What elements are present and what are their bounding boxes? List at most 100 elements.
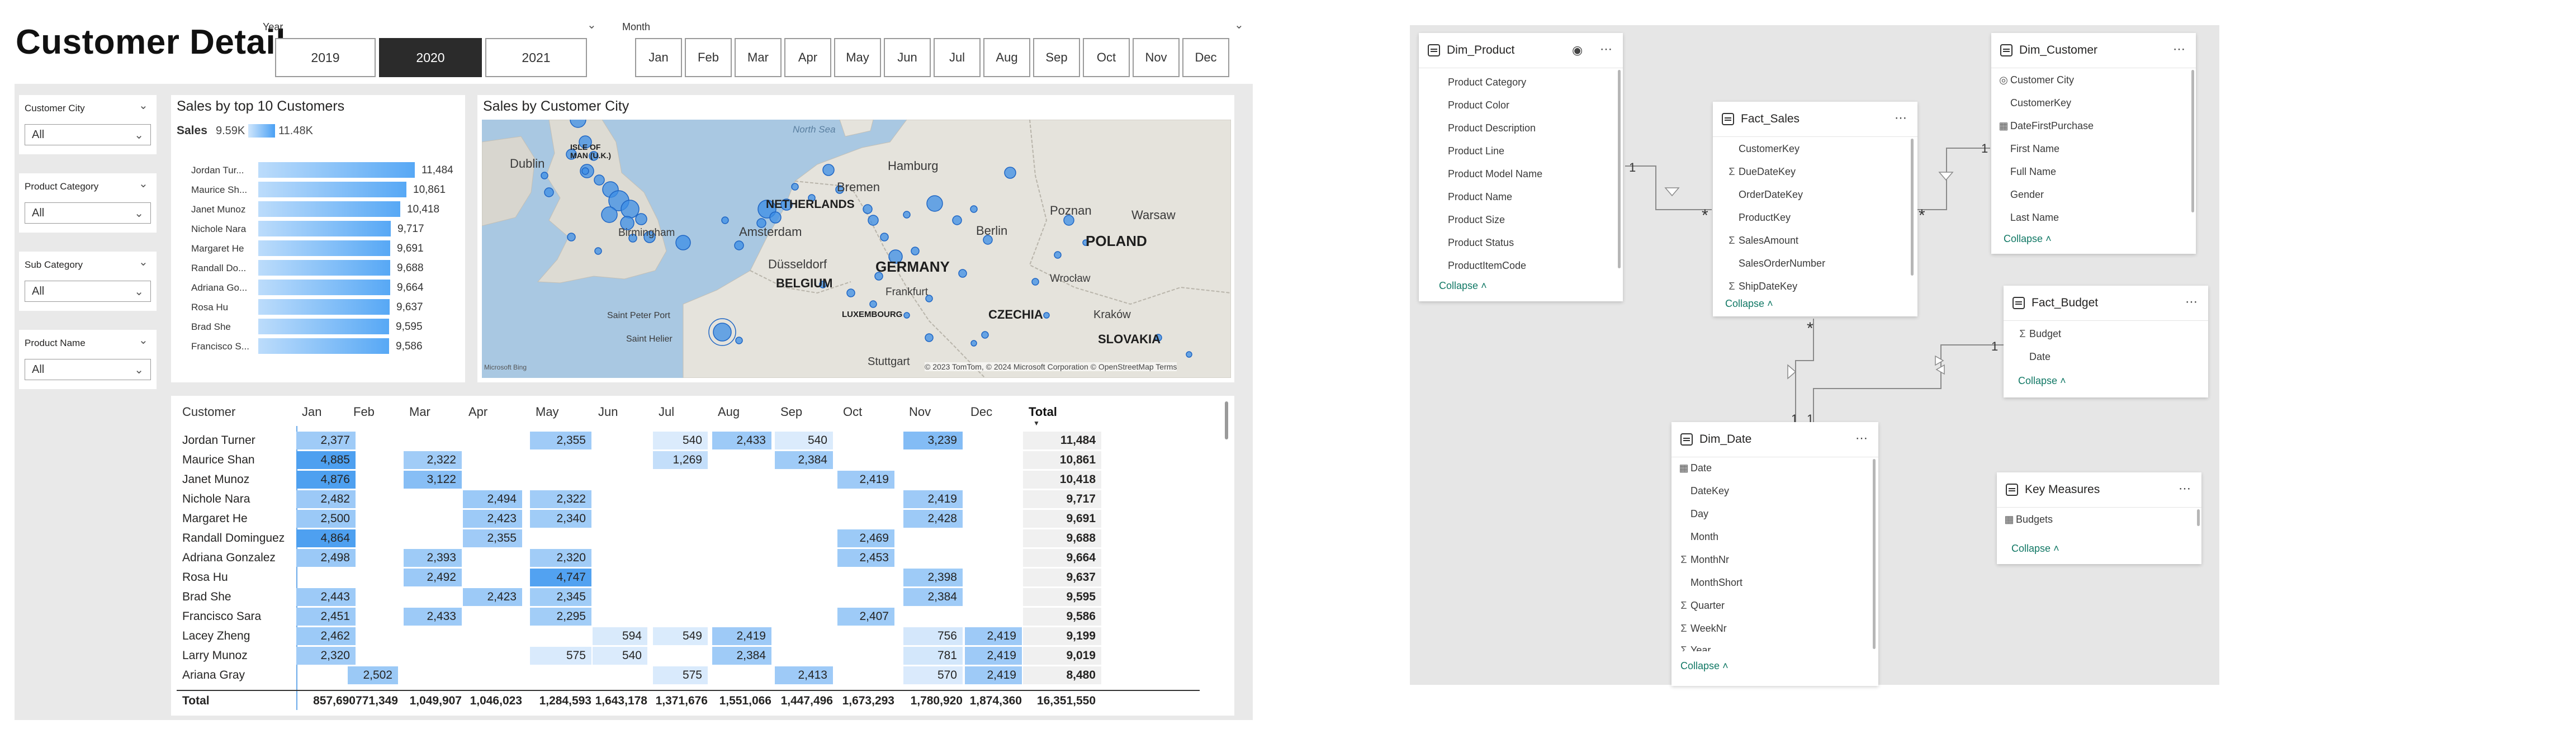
matrix-row-header[interactable]: Margaret He (182, 510, 248, 528)
column-header[interactable]: Sep (780, 405, 802, 419)
field-item[interactable]: Product Description (1448, 122, 1536, 134)
matrix-cell[interactable]: 2,384 (775, 451, 833, 469)
matrix-cell[interactable]: 2,355 (530, 432, 591, 449)
matrix-cell[interactable]: 2,443 (296, 588, 356, 606)
matrix-cell[interactable]: 2,340 (530, 510, 591, 528)
matrix-cell[interactable]: 2,451 (296, 608, 356, 626)
matrix-cell[interactable]: 2,320 (530, 549, 591, 567)
matrix-cell[interactable]: 2,295 (530, 608, 591, 626)
matrix-cell[interactable]: 2,419 (965, 647, 1022, 665)
column-header[interactable]: Jun (598, 405, 618, 419)
matrix-cell[interactable]: 575 (530, 647, 591, 665)
sort-desc-icon[interactable]: ▼ (1033, 419, 1040, 427)
matrix-cell[interactable]: 1,269 (653, 451, 708, 469)
field-item[interactable]: OrderDateKey (1725, 189, 1803, 201)
matrix-row-header[interactable]: Brad She (182, 588, 231, 606)
matrix-cell[interactable]: 540 (593, 647, 647, 665)
table-card-key-measures[interactable]: Key Measures ⋯ ▦ Budgets Collapse ˄ (1997, 472, 2201, 564)
field-item[interactable]: Date (2016, 351, 2051, 363)
matrix-cell[interactable]: 4,747 (530, 569, 591, 586)
field-item[interactable]: Product Category (1448, 77, 1526, 88)
matrix-row-total[interactable]: 8,480 (1023, 666, 1101, 684)
field-item[interactable]: Σ Quarter (1677, 600, 1725, 612)
field-item[interactable]: ▦ DateFirstPurchase (1997, 120, 2094, 132)
matrix-row-total[interactable]: 9,199 (1023, 627, 1101, 645)
more-options-icon[interactable]: ⋯ (1600, 42, 1613, 56)
field-item[interactable]: CustomerKey (1725, 143, 1800, 155)
collapse-button[interactable]: Collapse ˄ (1725, 298, 1773, 310)
matrix-cell[interactable]: 2,423 (463, 510, 522, 528)
field-item[interactable]: Σ Budget (2016, 328, 2061, 340)
table-header[interactable]: Fact_Sales ⋯ (1713, 102, 1917, 137)
matrix-cell[interactable]: 575 (653, 666, 708, 684)
field-item[interactable]: Product Status (1448, 237, 1514, 249)
table-card-fact-budget[interactable]: Fact_Budget ⋯ Σ Budget Date Collapse ˄ (2004, 286, 2208, 397)
matrix-cell[interactable]: 2,345 (530, 588, 591, 606)
table-header[interactable]: Fact_Budget ⋯ (2004, 286, 2208, 321)
matrix-cell[interactable]: 756 (903, 627, 963, 645)
field-list-scrollbar[interactable] (1618, 70, 1621, 268)
matrix-cell[interactable]: 2,502 (348, 666, 398, 684)
column-header[interactable]: Customer (182, 405, 235, 419)
field-item[interactable]: DateKey (1677, 485, 1729, 497)
field-item[interactable]: Σ DueDateKey (1725, 166, 1796, 178)
matrix-cell[interactable]: 2,322 (530, 490, 591, 508)
matrix-row-header[interactable]: Janet Munoz (182, 471, 249, 489)
model-view-canvas[interactable]: 1 * 1 * * 1 1 1 Dim_Product ◉ ⋯ Product … (1410, 25, 2219, 686)
matrix-cell[interactable]: 2,419 (903, 490, 963, 508)
matrix-row-header[interactable]: Nichole Nara (182, 490, 250, 508)
matrix-row-total[interactable]: 9,595 (1023, 588, 1101, 606)
matrix-cell[interactable]: 2,322 (404, 451, 462, 469)
matrix-cell[interactable]: 2,462 (296, 627, 356, 645)
matrix-row-header[interactable]: Adriana Gonzalez (182, 549, 276, 567)
matrix-cell[interactable]: 2,393 (404, 549, 462, 567)
table-card-dim-date[interactable]: Dim_Date ⋯ ▦ Date DateKey Day Month Σ Mont… (1671, 422, 1878, 686)
column-header[interactable]: Jul (659, 405, 674, 419)
field-item[interactable]: MonthShort (1677, 577, 1742, 589)
table-header[interactable]: Dim_Customer ⋯ (1991, 33, 2196, 68)
collapse-button[interactable]: Collapse ˄ (1680, 660, 1729, 672)
collapse-button[interactable]: Collapse ˄ (2011, 543, 2059, 555)
table-card-dim-product[interactable]: Dim_Product ◉ ⋯ Product Category Product… (1419, 33, 1623, 301)
field-item[interactable]: Product Name (1448, 191, 1512, 203)
matrix-cell[interactable]: 2,419 (837, 471, 894, 489)
matrix-row-header[interactable]: Jordan Turner (182, 432, 255, 449)
field-item[interactable]: Day (1677, 508, 1708, 520)
matrix-cell[interactable]: 2,398 (903, 569, 963, 586)
matrix-cell[interactable]: 2,433 (712, 432, 771, 449)
matrix-cell[interactable]: 2,419 (965, 627, 1022, 645)
matrix-row-header[interactable]: Francisco Sara (182, 608, 261, 626)
matrix-cell[interactable]: 4,864 (296, 529, 356, 547)
field-list-scrollbar[interactable] (1873, 459, 1876, 649)
matrix-cell[interactable]: 540 (775, 432, 833, 449)
matrix-cell[interactable]: 4,885 (296, 451, 356, 469)
column-header[interactable]: Apr (468, 405, 487, 419)
more-options-icon[interactable]: ⋯ (2185, 295, 2198, 309)
matrix-cell[interactable]: 594 (593, 627, 647, 645)
matrix-row-total[interactable]: 9,688 (1023, 529, 1101, 547)
field-item[interactable]: ProductItemCode (1448, 260, 1526, 272)
field-item[interactable]: ◎ Customer City (1997, 74, 2074, 86)
matrix-cell[interactable]: 2,433 (404, 608, 462, 626)
matrix-cell[interactable]: 3,239 (903, 432, 963, 449)
matrix-cell[interactable]: 2,407 (837, 608, 894, 626)
matrix-cell[interactable]: 2,494 (463, 490, 522, 508)
field-item[interactable]: First Name (1997, 143, 2059, 155)
matrix-row-total[interactable]: 9,664 (1023, 549, 1101, 567)
matrix-cell[interactable]: 4,876 (296, 471, 356, 489)
matrix-row-total[interactable]: 9,019 (1023, 647, 1101, 665)
matrix-cell[interactable]: 3,122 (404, 471, 462, 489)
field-item[interactable]: Σ WeekNr (1677, 623, 1726, 635)
field-item[interactable]: Gender (1997, 189, 2044, 201)
table-card-dim-customer[interactable]: Dim_Customer ⋯ ◎ Customer City CustomerKe… (1991, 33, 2196, 254)
matrix-row-total[interactable]: 10,418 (1023, 471, 1101, 489)
matrix-row-total[interactable]: 9,586 (1023, 608, 1101, 626)
field-item[interactable]: Full Name (1997, 166, 2056, 178)
field-item[interactable]: Σ MonthNr (1677, 554, 1729, 566)
column-header[interactable]: Mar (409, 405, 430, 419)
matrix-row-total[interactable]: 9,691 (1023, 510, 1101, 528)
field-item[interactable]: SalesOrderNumber (1725, 258, 1825, 269)
column-header[interactable]: Nov (909, 405, 931, 419)
matrix-cell[interactable]: 2,355 (463, 529, 522, 547)
field-item[interactable]: Product Line (1448, 145, 1504, 157)
